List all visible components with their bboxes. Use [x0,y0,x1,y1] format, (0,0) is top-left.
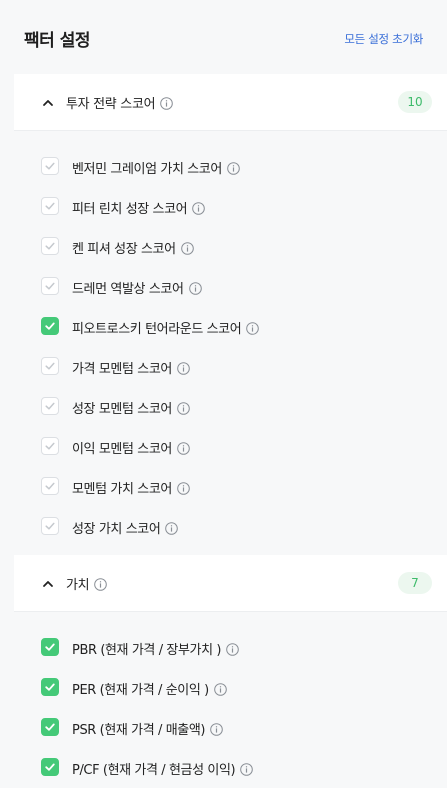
factor-item[interactable]: 성장 가치 스코어 [0,507,447,547]
info-circle-icon[interactable] [177,482,190,495]
factor-item[interactable]: 드레먼 역발상 스코어 [0,267,447,307]
factor-item-label: PSR (현재 가격 / 매출액) [72,719,223,738]
factor-item-text: 피터 린치 성장 스코어 [72,202,188,217]
info-circle-icon[interactable] [227,162,240,175]
info-circle-icon[interactable] [246,322,260,335]
factor-item-text: PBR (현재 가격 / 장부가치 ) [72,643,222,658]
factor-list: 벤저민 그레이엄 가치 스코어피터 린치 성장 스코어켄 피셔 성장 스코어드레… [0,131,447,547]
factor-item-label: 이익 모멘텀 스코어 [72,438,190,457]
factor-item-text: 피오트로스키 턴어라운드 스코어 [72,322,242,337]
factor-item-text: 성장 모멘텀 스코어 [72,402,172,417]
factor-item-label: P/CF (현재 가격 / 현금성 이익) [72,759,254,778]
section-divider [0,547,447,555]
factor-item-text: 이익 모멘텀 스코어 [72,442,172,457]
checkbox-checked[interactable] [41,678,59,696]
factor-item-text: 가격 모멘텀 스코어 [72,362,172,377]
checkbox-unchecked[interactable] [41,397,59,415]
checkbox-unchecked[interactable] [41,197,59,215]
factor-item-text: 벤저민 그레이엄 가치 스코어 [72,162,222,177]
factor-item[interactable]: PER (현재 가격 / 순이익 ) [0,668,447,708]
checkbox-unchecked[interactable] [41,277,59,295]
page-title: 팩터 설정 [24,31,90,51]
panel-header: 팩터 설정 모든 설정 초기화 [0,0,447,74]
checkbox-checked[interactable] [41,718,59,736]
factor-item-label: 성장 모멘텀 스코어 [72,398,190,417]
factor-item-text: P/CF (현재 가격 / 현금성 이익) [72,763,236,778]
factor-item-text: 드레먼 역발상 스코어 [72,282,184,297]
factor-item-label: 피터 린치 성장 스코어 [72,198,206,217]
chevron-up-icon[interactable] [41,95,55,109]
factor-item[interactable]: PBR (현재 가격 / 장부가치 ) [0,628,447,668]
factor-item-label: 드레먼 역발상 스코어 [72,278,202,297]
section-header[interactable]: 투자 전략 스코어 10 [14,74,447,131]
factor-item[interactable]: 벤저민 그레이엄 가치 스코어 [0,147,447,187]
section-title: 가치 [66,574,108,593]
checkbox-unchecked[interactable] [41,477,59,495]
factor-item-label: PER (현재 가격 / 순이익 ) [72,679,227,698]
checkbox-unchecked[interactable] [41,237,59,255]
factor-item[interactable]: 성장 모멘텀 스코어 [0,387,447,427]
section-header[interactable]: 가치 7 [14,555,447,612]
factor-item[interactable]: 피오트로스키 턴어라운드 스코어 [0,307,447,347]
info-circle-icon[interactable] [177,362,190,375]
info-circle-icon[interactable] [188,282,202,295]
checkbox-checked[interactable] [41,758,59,776]
info-circle-icon[interactable] [240,763,254,776]
info-circle-icon[interactable] [94,578,108,591]
factor-sections: 투자 전략 스코어 10 벤저민 그레이엄 가치 스코어피터 린치 성장 스코어켄 … [0,74,447,788]
section-title-text: 투자 전략 스코어 [66,97,156,112]
count-badge: 10 [398,91,432,113]
factor-item-text: 모멘텀 가치 스코어 [72,482,172,497]
checkbox-unchecked[interactable] [41,517,59,535]
chevron-up-icon[interactable] [41,576,55,590]
factor-item-text: 성장 가치 스코어 [72,522,161,537]
info-circle-icon[interactable] [213,683,227,696]
factor-item-text: PER (현재 가격 / 순이익 ) [72,683,209,698]
info-circle-icon[interactable] [177,442,190,455]
factor-item-label: 켄 피셔 성장 스코어 [72,238,194,257]
factor-item-label: 가격 모멘텀 스코어 [72,358,190,377]
info-circle-icon[interactable] [160,97,174,110]
checkbox-unchecked[interactable] [41,357,59,375]
factor-item[interactable]: 켄 피셔 성장 스코어 [0,227,447,267]
info-circle-icon[interactable] [165,522,179,535]
info-circle-icon[interactable] [192,202,206,215]
factor-item-label: 성장 가치 스코어 [72,518,179,537]
info-circle-icon[interactable] [177,402,190,415]
checkbox-checked[interactable] [41,638,59,656]
factor-item-label: PBR (현재 가격 / 장부가치 ) [72,639,239,658]
factor-item-label: 벤저민 그레이엄 가치 스코어 [72,158,240,177]
factor-item[interactable]: 가격 모멘텀 스코어 [0,347,447,387]
info-circle-icon[interactable] [210,723,223,736]
factor-item[interactable]: 피터 린치 성장 스코어 [0,187,447,227]
factor-item[interactable]: PSR (현재 가격 / 매출액) [0,708,447,748]
factor-list: PBR (현재 가격 / 장부가치 ) PER (현재 가격 / 순이익 ) PSR… [0,612,447,788]
count-badge: 7 [398,572,432,594]
checkbox-unchecked[interactable] [41,437,59,455]
factor-item-text: PSR (현재 가격 / 매출액) [72,723,206,738]
factor-item-text: 켄 피셔 성장 스코어 [72,242,176,257]
checkbox-checked[interactable] [41,317,59,335]
factor-item[interactable]: 모멘텀 가치 스코어 [0,467,447,507]
factor-item[interactable]: 이익 모멘텀 스코어 [0,427,447,467]
factor-item-label: 모멘텀 가치 스코어 [72,478,190,497]
checkbox-unchecked[interactable] [41,157,59,175]
factor-item-label: 피오트로스키 턴어라운드 스코어 [72,318,260,337]
factor-settings-panel: 팩터 설정 모든 설정 초기화 투자 전략 스코어 10 벤저민 그레이엄 가치 스… [0,0,447,778]
section-title-text: 가치 [66,578,90,593]
info-circle-icon[interactable] [226,643,239,656]
section-title: 투자 전략 스코어 [66,93,174,112]
factor-item[interactable]: P/CF (현재 가격 / 현금성 이익) [0,748,447,788]
info-circle-icon[interactable] [180,242,194,255]
reset-all-button[interactable]: 모든 설정 초기화 [344,31,423,47]
